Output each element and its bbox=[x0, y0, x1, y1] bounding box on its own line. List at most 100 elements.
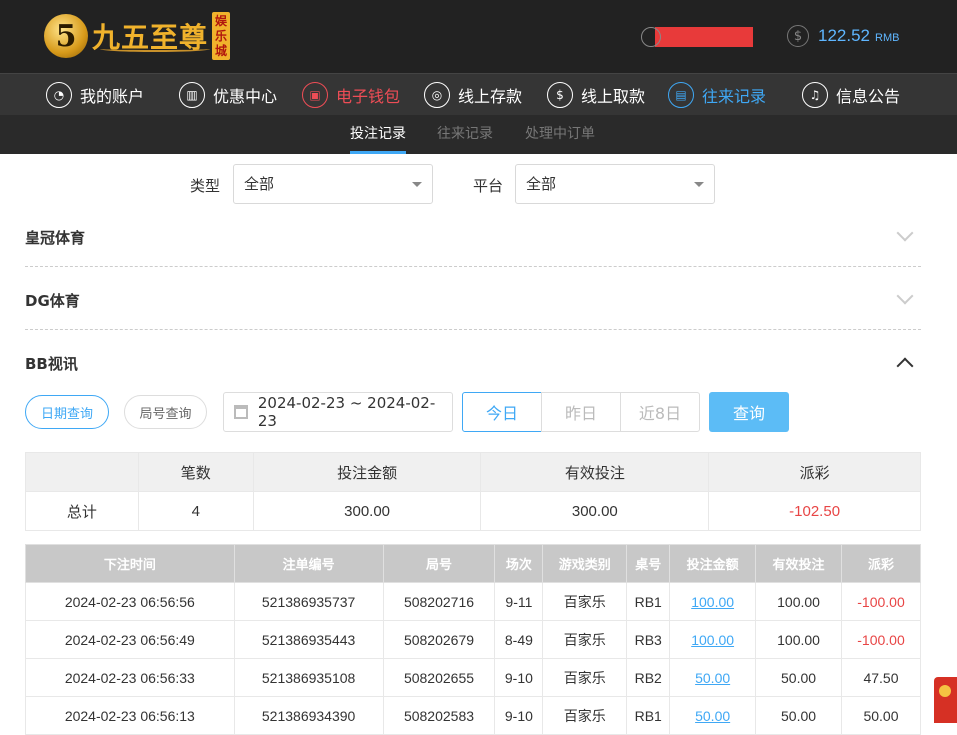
cell-game-type: 百家乐 bbox=[542, 696, 628, 735]
nav-e-wallet[interactable]: ▣ 电子钱包 bbox=[302, 74, 400, 116]
summary-cell: 4 bbox=[137, 491, 254, 531]
cell-payout: 50.00 bbox=[841, 696, 921, 735]
yesterday-button[interactable]: 昨日 bbox=[541, 392, 621, 432]
table-row: 2024-02-23 06:56:56 521386935737 5082027… bbox=[25, 582, 921, 621]
logo-badge: 娱乐城 bbox=[212, 12, 231, 60]
user-icon: ◔ bbox=[46, 82, 72, 108]
logo[interactable]: 5 九五至尊 娱乐城 bbox=[44, 10, 231, 62]
column-header: 有效投注 bbox=[755, 544, 842, 583]
platform-select-value: 全部 bbox=[526, 175, 557, 193]
sub-nav: 投注记录 往来记录 处理中订单 bbox=[0, 115, 957, 154]
records-icon: ▤ bbox=[668, 82, 694, 108]
cell-bet-time: 2024-02-23 06:56:33 bbox=[25, 658, 235, 697]
summary-cell: 300.00 bbox=[480, 491, 710, 531]
column-header: 投注金额 bbox=[669, 544, 757, 583]
summary-header: 笔数 bbox=[137, 452, 254, 492]
cell-session: 8-49 bbox=[494, 620, 544, 659]
table-row: 2024-02-23 06:56:49 521386935443 5082026… bbox=[25, 620, 921, 659]
nav-records[interactable]: ▤ 往来记录 bbox=[668, 74, 766, 116]
summary-cell: 总计 bbox=[25, 491, 139, 531]
nav-label: 线上存款 bbox=[458, 87, 523, 106]
platform-select[interactable]: 全部 bbox=[515, 164, 715, 204]
column-header: 下注时间 bbox=[25, 544, 235, 583]
table-row: 2024-02-23 06:56:13 521386934390 5082025… bbox=[25, 696, 921, 735]
nav-announcements[interactable]: ♫ 信息公告 bbox=[802, 74, 900, 116]
section-title: DG体育 bbox=[25, 292, 80, 310]
cell-round-id: 508202583 bbox=[382, 696, 496, 735]
cell-order-id: 521386935443 bbox=[233, 620, 384, 659]
column-header: 注单编号 bbox=[233, 544, 384, 583]
cell-session: 9-10 bbox=[494, 658, 544, 697]
chevron-down-icon[interactable] bbox=[896, 287, 914, 305]
cell-round-id: 508202655 bbox=[382, 658, 496, 697]
section-title: BB视讯 bbox=[25, 355, 78, 373]
section-title: 皇冠体育 bbox=[25, 229, 86, 247]
nav-deposit[interactable]: ◎ 线上存款 bbox=[424, 74, 522, 116]
summary-header: 派彩 bbox=[708, 452, 921, 492]
section-bb-live[interactable]: BB视讯 bbox=[25, 331, 921, 393]
summary-row: 总计 4 300.00 300.00 -102.50 bbox=[25, 491, 921, 531]
type-select-value: 全部 bbox=[244, 175, 275, 193]
column-header: 派彩 bbox=[841, 544, 921, 583]
nav-promotions[interactable]: ▥ 优惠中心 bbox=[179, 74, 277, 116]
cell-bet-amount-link[interactable]: 50.00 bbox=[669, 696, 757, 735]
column-header: 局号 bbox=[382, 544, 496, 583]
cell-payout: 47.50 bbox=[841, 658, 921, 697]
chevron-up-icon[interactable] bbox=[896, 357, 914, 375]
nav-label: 信息公告 bbox=[836, 87, 901, 106]
summary-table: 笔数 投注金额 有效投注 派彩 总计 4 300.00 300.00 -102.… bbox=[25, 452, 921, 531]
balance-unit: RMB bbox=[875, 32, 900, 44]
cell-game-type: 百家乐 bbox=[542, 582, 628, 621]
red-packet-icon[interactable] bbox=[934, 677, 957, 723]
summary-header: 投注金额 bbox=[252, 452, 482, 492]
cell-bet-amount-link[interactable]: 100.00 bbox=[669, 582, 757, 621]
round-query-button[interactable]: 局号查询 bbox=[124, 395, 207, 429]
cell-order-id: 521386935108 bbox=[233, 658, 384, 697]
cell-valid-bet: 50.00 bbox=[755, 696, 842, 735]
cell-session: 9-11 bbox=[494, 582, 544, 621]
gift-icon: ▥ bbox=[179, 82, 205, 108]
cell-bet-amount-link[interactable]: 100.00 bbox=[669, 620, 757, 659]
summary-header bbox=[25, 452, 139, 492]
nav-withdraw[interactable]: $ 线上取款 bbox=[547, 74, 645, 116]
chevron-down-icon[interactable] bbox=[896, 224, 914, 242]
last-8-days-button[interactable]: 近8日 bbox=[620, 392, 700, 432]
column-header: 场次 bbox=[494, 544, 544, 583]
tab-transaction-records[interactable]: 往来记录 bbox=[437, 115, 493, 154]
cell-payout: -100.00 bbox=[841, 620, 921, 659]
section-crown-sports[interactable]: 皇冠体育 bbox=[25, 205, 921, 267]
cell-game-type: 百家乐 bbox=[542, 658, 628, 697]
today-button[interactable]: 今日 bbox=[462, 392, 542, 432]
balance: $ 122.52 RMB bbox=[787, 25, 899, 47]
cell-bet-time: 2024-02-23 06:56:13 bbox=[25, 696, 235, 735]
date-query-button[interactable]: 日期查询 bbox=[25, 395, 109, 429]
cell-valid-bet: 50.00 bbox=[755, 658, 842, 697]
type-label: 类型 bbox=[190, 177, 221, 195]
user-account[interactable] bbox=[641, 27, 753, 47]
tab-pending-orders[interactable]: 处理中订单 bbox=[525, 115, 595, 154]
date-range-input[interactable]: 2024-02-23 ~ 2024-02-23 bbox=[223, 392, 453, 432]
cell-valid-bet: 100.00 bbox=[755, 620, 842, 659]
tab-bet-records[interactable]: 投注记录 bbox=[350, 115, 406, 154]
cell-table-no: RB2 bbox=[626, 658, 671, 697]
query-button[interactable]: 查询 bbox=[709, 392, 789, 432]
cell-bet-amount-link[interactable]: 50.00 bbox=[669, 658, 757, 697]
nav-my-account[interactable]: ◔ 我的账户 bbox=[46, 74, 144, 116]
nav-label: 我的账户 bbox=[80, 87, 145, 106]
section-dg-sports[interactable]: DG体育 bbox=[25, 268, 921, 330]
cell-session: 9-10 bbox=[494, 696, 544, 735]
dollar-icon: $ bbox=[787, 25, 809, 47]
platform-label: 平台 bbox=[473, 177, 504, 195]
summary-header-row: 笔数 投注金额 有效投注 派彩 bbox=[25, 452, 921, 492]
wallet-icon: ▣ bbox=[302, 82, 328, 108]
nav-label: 线上取款 bbox=[581, 87, 646, 106]
cell-table-no: RB1 bbox=[626, 582, 671, 621]
top-bar: 5 九五至尊 娱乐城 $ 122.52 RMB bbox=[0, 0, 957, 73]
summary-cell: 300.00 bbox=[252, 491, 482, 531]
cell-payout: -100.00 bbox=[841, 582, 921, 621]
user-icon bbox=[641, 27, 661, 47]
cell-game-type: 百家乐 bbox=[542, 620, 628, 659]
cell-table-no: RB3 bbox=[626, 620, 671, 659]
table-row: 2024-02-23 06:56:33 521386935108 5082026… bbox=[25, 658, 921, 697]
type-select[interactable]: 全部 bbox=[233, 164, 433, 204]
